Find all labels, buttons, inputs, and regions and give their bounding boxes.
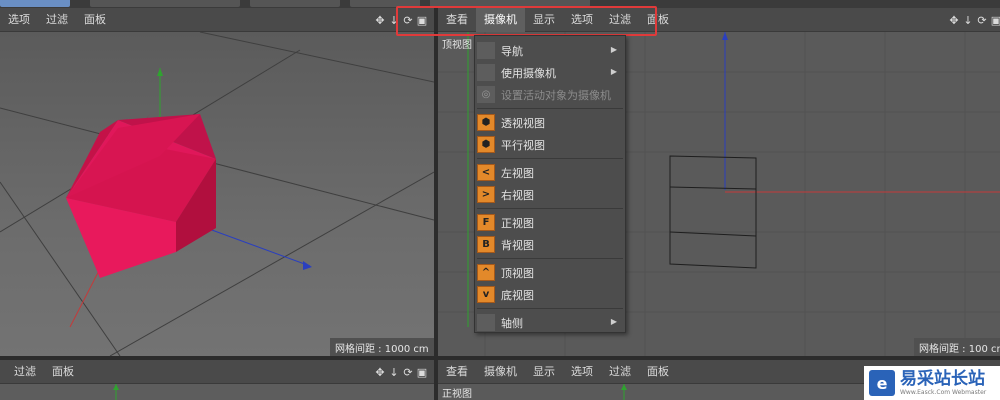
menu-item-parallel-view[interactable]: ⬢ 平行视图 [475,134,625,155]
menu-separator [477,108,623,109]
bottom-left-nav-icons: ✥ ↓ ⟳ ▣ [374,360,428,384]
move-view-icon[interactable]: ✥ [948,14,960,27]
menu-item-front-view[interactable]: F 正视图 [475,212,625,233]
rotate-view-icon[interactable]: ⟳ [976,14,988,27]
camera-dropdown-menu: 导航 ▶ 使用摄像机 ▶ ◎ 设置活动对象为摄像机 ⬢ 透视视图 ⬢ 平行视图 … [474,35,626,333]
cube-wireframe[interactable] [669,155,757,269]
menu-display[interactable]: 显示 [525,360,563,384]
menu-camera[interactable]: 摄像机 [476,360,525,384]
menu-item-perspective-view[interactable]: ⬢ 透视视图 [475,112,625,133]
menu-panel[interactable]: 面板 [639,360,677,384]
right-viewport-nav-icons: ✥ ↓ ⟳ ▣ [948,8,1000,32]
viewport-divider-vertical[interactable] [434,8,438,400]
move-view-icon[interactable]: ✥ [374,14,386,27]
watermark-title: 易采站长站 [900,369,985,389]
menu-separator [477,208,623,209]
move-view-icon[interactable]: ✥ [374,366,386,379]
menu-separator [477,258,623,259]
menu-item-top-view[interactable]: ^ 顶视图 [475,262,625,283]
camera-target-icon: ◎ [477,86,495,103]
cube-object[interactable] [66,114,216,278]
toggle-layout-icon[interactable]: ▣ [990,14,1000,27]
menu-item-navigation[interactable]: 导航 ▶ [475,40,625,61]
site-watermark: e 易采站长站 Www.Easck.Com Webmaster [864,366,1000,400]
menu-item-left-view[interactable]: < 左视图 [475,162,625,183]
menubar-highlight-box [396,6,657,36]
menu-item-use-camera[interactable]: 使用摄像机 ▶ [475,62,625,83]
left-viewport-menubar: 选项 过滤 面板 ✥ ↓ ⟳ ▣ [0,8,434,32]
menu-item-right-view[interactable]: > 右视图 [475,184,625,205]
view-name-label: 顶视图 [442,40,472,51]
perspective-scene [0,32,434,356]
bottom-view-icon: v [477,286,495,303]
menu-options[interactable]: 选项 [0,8,38,32]
menu-view[interactable]: 查看 [438,360,476,384]
top-view-icon: ^ [477,264,495,281]
cube-icon: ⬢ [477,136,495,153]
zoom-view-icon[interactable]: ↓ [962,14,974,27]
menu-options[interactable]: 选项 [563,360,601,384]
watermark-subtitle: Www.Easck.Com Webmaster [900,389,987,396]
blank-icon [477,314,495,331]
submenu-arrow-icon: ▶ [610,317,617,326]
cube-icon: ⬢ [477,114,495,131]
rotate-view-icon[interactable]: ⟳ [402,366,414,379]
front-view-icon: F [477,214,495,231]
toggle-layout-icon[interactable]: ▣ [416,366,428,379]
menu-separator [477,308,623,309]
blank-icon [477,64,495,81]
bottom-left-viewport[interactable] [0,384,434,400]
menu-panel[interactable]: 面板 [76,8,114,32]
toolbar-button-group[interactable] [250,0,340,7]
zoom-view-icon[interactable]: ↓ [388,366,400,379]
right-view-icon: > [477,186,495,203]
back-view-icon: B [477,236,495,253]
menu-filter[interactable]: 过滤 [601,360,639,384]
menu-item-bottom-view[interactable]: v 底视图 [475,284,625,305]
toolbar-button[interactable] [0,0,70,7]
menu-item-set-active-as-camera: ◎ 设置活动对象为摄像机 [475,84,625,105]
menu-item-back-view[interactable]: B 背视图 [475,234,625,255]
menu-item-axonometric[interactable]: 轴侧 ▶ [475,312,625,333]
c4d-window: 选项 过滤 面板 ✥ ↓ ⟳ ▣ 网格间距: 1000 cm 查看 摄像机 显… [0,0,1000,400]
perspective-viewport[interactable]: 网格间距 : 1000 cm [0,32,434,356]
submenu-arrow-icon: ▶ [610,67,617,76]
site-logo-icon: e [869,370,895,396]
grid-spacing-label: 网格间距 : 1000 cm [330,338,434,356]
blank-icon [477,42,495,59]
bottom-left-viewport-menubar: 过滤 面板 ✥ ↓ ⟳ ▣ [0,360,434,384]
submenu-arrow-icon: ▶ [610,45,617,54]
left-view-icon: < [477,164,495,181]
menu-filter[interactable]: 过滤 [0,360,44,384]
menu-filter[interactable]: 过滤 [38,8,76,32]
menu-separator [477,158,623,159]
toolbar-button-group[interactable] [90,0,240,7]
grid-spacing-label: 网格间距 : 100 cm [914,338,1000,356]
view-name-label: 正视图 [442,389,472,400]
menu-panel[interactable]: 面板 [44,360,82,384]
